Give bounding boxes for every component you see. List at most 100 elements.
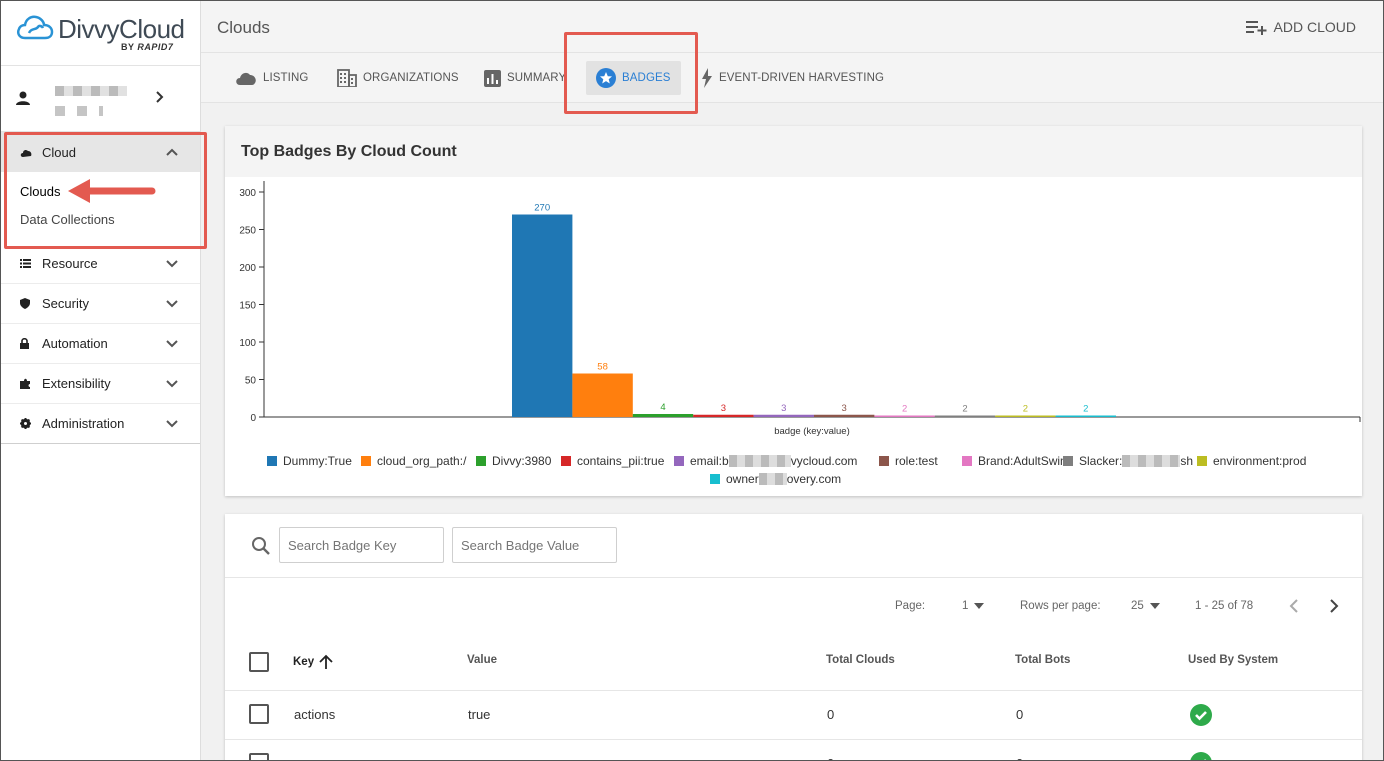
nav-item-administration[interactable]: Administration xyxy=(0,404,200,444)
y-tick-label: 200 xyxy=(239,263,256,274)
tab-label: LISTING xyxy=(263,72,309,84)
legend-label-text: role:test xyxy=(895,454,938,468)
legend-item[interactable]: environment:prod xyxy=(1197,454,1306,468)
nav-label: Administration xyxy=(42,416,125,431)
legend-swatch xyxy=(1063,456,1073,466)
column-header-total-bots[interactable]: Total Bots xyxy=(1015,654,1070,666)
column-header-key[interactable]: Key xyxy=(293,654,334,670)
legend-label-text: Brand:AdultSwim xyxy=(978,454,1071,468)
search-badge-key-input[interactable] xyxy=(279,527,444,563)
data-label: 3 xyxy=(842,403,847,414)
data-label: 2 xyxy=(902,404,907,415)
gear-icon xyxy=(20,418,42,429)
caret-down-icon xyxy=(1149,603,1160,609)
legend-label-text: owner xyxy=(726,472,759,486)
legend-swatch xyxy=(962,456,972,466)
legend-label: Dummy:True xyxy=(283,454,352,468)
bar xyxy=(995,415,1056,417)
page-label: Page: xyxy=(895,600,926,612)
divider xyxy=(225,577,1362,578)
nav-label: Resource xyxy=(42,256,98,271)
tab-listing[interactable]: LISTING xyxy=(235,61,308,95)
tab-event-driven-harvesting[interactable]: EVENT-DRIVEN HARVESTING xyxy=(701,61,884,95)
legend-label-text: sh xyxy=(1180,454,1194,468)
search-badge-value-input[interactable] xyxy=(452,527,617,563)
legend-swatch xyxy=(710,474,720,484)
column-header-total-clouds[interactable]: Total Clouds xyxy=(826,654,895,666)
bar xyxy=(934,415,996,417)
lock-icon xyxy=(20,338,42,349)
user-name-redacted xyxy=(55,86,127,96)
cell-key: actions xyxy=(294,707,336,722)
nav-label: Automation xyxy=(42,336,108,351)
logo[interactable]: DivvyCloud BY RAPID7 xyxy=(0,0,200,66)
tab-summary[interactable]: SUMMARY xyxy=(484,61,566,95)
chevron-right-icon xyxy=(155,90,165,109)
legend-label-text: email:b xyxy=(690,454,729,468)
redacted-text xyxy=(728,455,791,467)
y-tick-label: 0 xyxy=(250,413,256,424)
legend-item[interactable]: Slacker: sh xyxy=(1063,454,1193,468)
bar xyxy=(874,415,935,417)
column-header-value[interactable]: Value xyxy=(467,654,497,666)
legend-item[interactable]: owner overy.com xyxy=(710,472,841,486)
rows-per-page-label: Rows per page: xyxy=(1020,600,1101,612)
row-checkbox[interactable] xyxy=(249,753,269,761)
bar xyxy=(693,414,754,417)
chevron-down-icon xyxy=(166,376,178,391)
nav-item-resource[interactable]: Resource xyxy=(0,244,200,284)
legend-item[interactable]: cloud_org_path:/ xyxy=(361,454,466,468)
row-checkbox[interactable] xyxy=(249,704,269,724)
nav-label: Security xyxy=(42,296,89,311)
bar xyxy=(814,414,875,417)
legend-item[interactable]: role:test xyxy=(879,454,938,468)
nav-item-automation[interactable]: Automation xyxy=(0,324,200,364)
tab-bar: LISTING ORGANIZATIONS SUMMARY BADGES EVE… xyxy=(201,53,1384,103)
legend-swatch xyxy=(267,456,277,466)
bar-chart-icon xyxy=(484,69,501,87)
user-icon xyxy=(16,91,30,105)
chart-card-title: Top Badges By Cloud Count xyxy=(225,126,1362,177)
x-axis-label: badge (key:value) xyxy=(774,426,850,437)
legend-item[interactable]: contains_pii:true xyxy=(561,454,664,468)
divider xyxy=(225,690,1362,691)
y-tick-label: 300 xyxy=(239,188,256,199)
chevron-left-icon[interactable] xyxy=(1288,599,1300,613)
bar-chart: 0 50 100 150 200 250 300 270 58 4 3 3 3 2 2 2 2 badge (ke… xyxy=(239,181,1361,437)
legend-label-text: contains_pii:true xyxy=(577,454,665,468)
cell-value: true xyxy=(468,707,491,722)
nav-item-extensibility[interactable]: Extensibility xyxy=(0,364,200,404)
chevron-right-icon[interactable] xyxy=(1328,599,1340,613)
legend-label-text: cloud_org_path:/ xyxy=(377,454,467,468)
legend-item[interactable]: Dummy:True xyxy=(267,454,352,468)
add-cloud-button[interactable]: ADD CLOUD xyxy=(1245,19,1356,35)
legend-label: contains_pii:true xyxy=(577,454,664,468)
tab-label: SUMMARY xyxy=(507,72,567,84)
redacted-text xyxy=(758,473,787,485)
page-value: 1 xyxy=(962,600,969,612)
nav-item-security[interactable]: Security xyxy=(0,284,200,324)
arrow-up-icon xyxy=(319,654,333,669)
search-icon xyxy=(252,537,270,555)
data-label: 3 xyxy=(721,403,726,414)
cell-total-bots: 0 xyxy=(1016,707,1024,722)
user-menu[interactable] xyxy=(0,66,200,132)
data-label: 4 xyxy=(660,402,665,413)
data-label: 270 xyxy=(534,203,550,214)
select-all-checkbox[interactable] xyxy=(249,652,269,672)
y-tick-label: 250 xyxy=(239,226,256,237)
playlist-add-icon xyxy=(1245,21,1267,35)
list-icon xyxy=(20,259,42,268)
page-select[interactable]: 1 xyxy=(962,600,985,612)
legend-item[interactable]: Brand:AdultSwim xyxy=(962,454,1070,468)
data-label: 58 xyxy=(597,362,608,373)
tab-organizations[interactable]: ORGANIZATIONS xyxy=(337,61,459,95)
legend-swatch xyxy=(476,456,486,466)
lightning-icon xyxy=(702,68,712,88)
legend-item[interactable]: Divvy:3980 xyxy=(476,454,551,468)
legend-label-text: Dummy:True xyxy=(283,454,352,468)
column-header-used-by-system[interactable]: Used By System xyxy=(1188,654,1278,666)
data-label: 2 xyxy=(1023,404,1028,415)
legend-item[interactable]: email:b vycloud.com xyxy=(674,454,857,468)
rows-per-page-select[interactable]: 25 xyxy=(1131,600,1160,612)
